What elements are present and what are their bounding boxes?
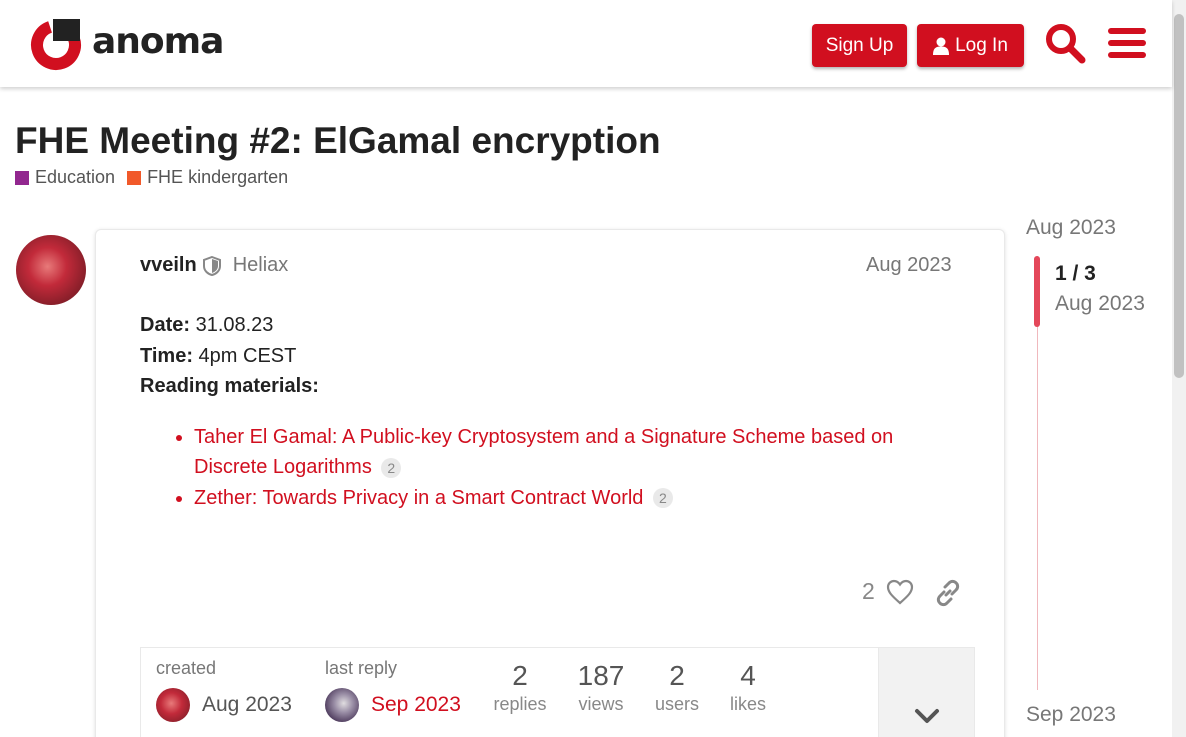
- created-date: Aug 2023: [202, 693, 292, 716]
- timeline-start-date[interactable]: Aug 2023: [1026, 216, 1116, 240]
- heart-icon[interactable]: [886, 579, 914, 605]
- author-avatar[interactable]: [16, 235, 86, 305]
- link-icon[interactable]: [934, 579, 962, 607]
- anoma-logo-icon: [31, 19, 81, 70]
- topic-last-reply: last reply Sep 2023: [325, 658, 461, 722]
- date-value: 31.08.23: [190, 314, 274, 336]
- last-reply-row[interactable]: Sep 2023: [325, 688, 461, 722]
- category-label: FHE kindergarten: [147, 167, 289, 187]
- shield-icon: [202, 255, 221, 276]
- log-in-label: Log In: [955, 34, 1008, 56]
- logo-text: anoma: [92, 21, 224, 62]
- topic-title[interactable]: FHE Meeting #2: ElGamal encryption: [15, 120, 661, 162]
- post-body: Date: 31.08.23 Time: 4pm CEST Reading ma…: [140, 310, 960, 513]
- stat-label: views: [578, 694, 624, 714]
- user-icon: [933, 37, 950, 55]
- hamburger-menu-icon[interactable]: [1106, 22, 1148, 64]
- topic-created: created Aug 2023: [156, 658, 292, 722]
- avatar[interactable]: [156, 688, 190, 722]
- stat-users: 2 users: [650, 660, 704, 715]
- site-header: anoma Sign Up Log In: [0, 0, 1172, 87]
- category-label: Education: [35, 167, 116, 187]
- log-in-button[interactable]: Log In: [917, 24, 1024, 67]
- scrollbar-thumb[interactable]: [1174, 14, 1184, 378]
- time-label: Time:: [140, 344, 193, 367]
- reading-materials-label: Reading materials:: [140, 375, 319, 397]
- author-username[interactable]: vveiln: [140, 254, 197, 277]
- stat-likes: 4 likes: [724, 660, 772, 715]
- created-label: created: [156, 658, 217, 678]
- timeline-position: 1 / 3: [1055, 262, 1096, 285]
- date-label: Date:: [140, 314, 191, 336]
- list-item: Taher El Gamal: A Public-key Cryptosyste…: [194, 422, 960, 483]
- reading-link[interactable]: Taher El Gamal: A Public-key Cryptosyste…: [194, 426, 893, 479]
- avatar[interactable]: [325, 688, 359, 722]
- category-education[interactable]: Education: [15, 167, 115, 188]
- timeline-handle[interactable]: [1034, 256, 1040, 327]
- like-count[interactable]: 2: [862, 578, 875, 605]
- stat-number: 4: [740, 660, 756, 691]
- post-header: vveiln Heliax: [140, 254, 288, 277]
- stat-label: replies: [493, 694, 547, 714]
- category-color-swatch: [127, 170, 142, 185]
- search-icon[interactable]: [1044, 22, 1086, 64]
- last-reply-label: last reply: [325, 658, 398, 678]
- stat-number: 2: [669, 660, 685, 691]
- stat-number: 2: [512, 660, 528, 691]
- sign-up-label: Sign Up: [825, 34, 894, 56]
- reading-list: Taher El Gamal: A Public-key Cryptosyste…: [194, 422, 960, 514]
- last-reply-date: Sep 2023: [371, 693, 461, 716]
- stat-number: 187: [577, 660, 625, 691]
- stat-replies: 2 replies: [490, 660, 550, 715]
- site-logo[interactable]: anoma: [30, 19, 224, 71]
- stat-views: 187 views: [570, 660, 632, 715]
- category-fhe-kindergarten[interactable]: FHE kindergarten: [127, 167, 288, 188]
- reading-link[interactable]: Zether: Towards Privacy in a Smart Contr…: [194, 487, 643, 509]
- list-item: Zether: Towards Privacy in a Smart Contr…: [194, 483, 960, 514]
- timeline-end-date[interactable]: Sep 2023: [1026, 703, 1116, 727]
- created-row[interactable]: Aug 2023: [156, 688, 292, 722]
- stat-label: likes: [729, 694, 766, 714]
- timeline-position-date: Aug 2023: [1055, 292, 1145, 315]
- time-line: Time: 4pm CEST: [140, 341, 960, 372]
- time-value: 4pm CEST: [192, 344, 297, 367]
- reading-materials-line: Reading materials:: [140, 371, 960, 402]
- stat-label: users: [654, 694, 699, 714]
- date-line: Date: 31.08.23: [140, 310, 960, 341]
- author-title[interactable]: Heliax: [233, 254, 289, 277]
- chevron-down-icon: [915, 709, 939, 723]
- click-count-badge: 2: [652, 488, 673, 509]
- sign-up-button[interactable]: Sign Up: [812, 24, 907, 67]
- topic-map-expand-button[interactable]: [878, 648, 974, 737]
- topic-categories: Education FHE kindergarten: [15, 167, 300, 188]
- click-count-badge: 2: [381, 457, 402, 478]
- post-date[interactable]: Aug 2023: [866, 254, 952, 277]
- category-color-swatch: [15, 170, 29, 185]
